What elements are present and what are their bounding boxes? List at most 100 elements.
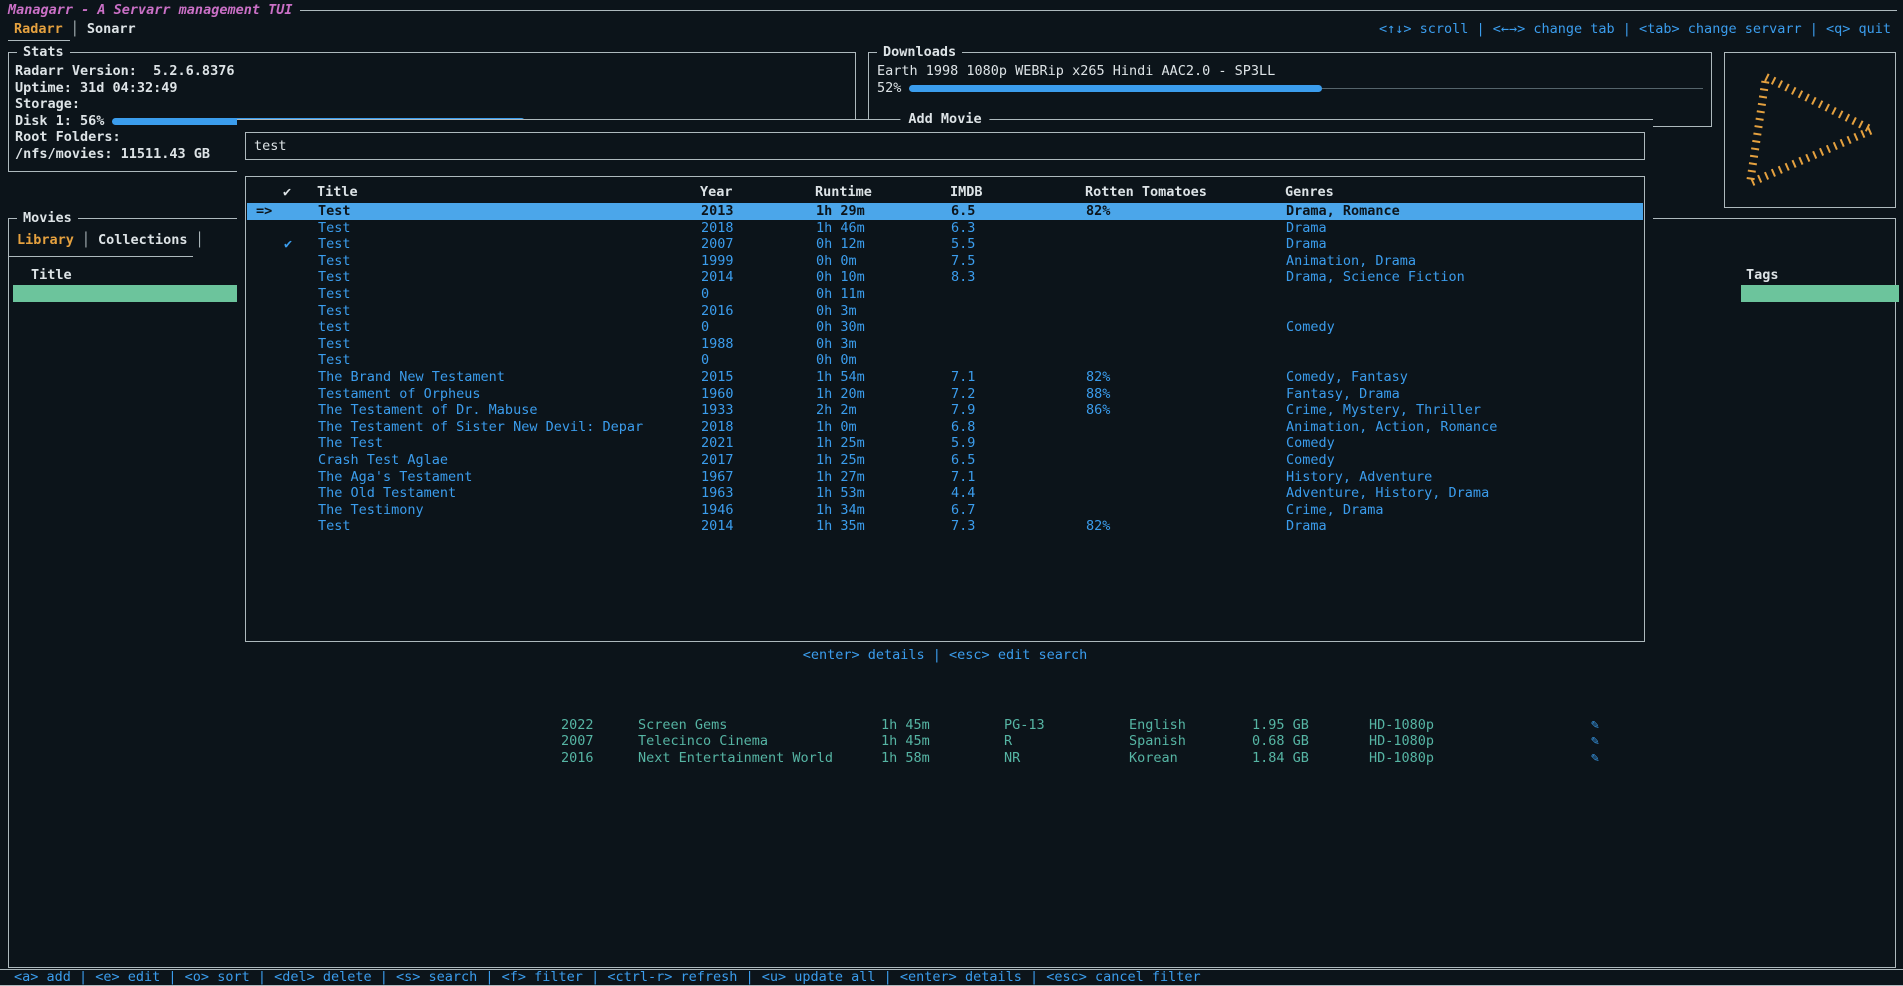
result-rotten-tomatoes: 86% bbox=[1086, 402, 1110, 419]
movie-list-item[interactable]: => The Conjuring 2 bbox=[13, 318, 241, 335]
movie-list-item[interactable]: => Sinister bbox=[13, 517, 241, 534]
result-year: 2013 bbox=[701, 203, 734, 220]
movie-language: English bbox=[1129, 717, 1186, 734]
search-result-row[interactable]: => test 0 0h 30m Comedy bbox=[247, 319, 1643, 336]
column-header-imdb: IMDB bbox=[950, 184, 983, 201]
column-header-rotten-tomatoes: Rotten Tomatoes bbox=[1085, 184, 1207, 201]
search-result-row[interactable]: => The Aga's Testament 1967 1h 27m 7.1 H… bbox=[247, 469, 1643, 486]
column-header-genres: Genres bbox=[1285, 184, 1334, 201]
result-runtime: 1h 25m bbox=[816, 452, 865, 469]
search-result-row[interactable]: => Test 0 0h 0m bbox=[247, 352, 1643, 369]
result-title: The Testimony bbox=[318, 502, 424, 519]
result-genres: Crime, Drama bbox=[1286, 502, 1384, 519]
result-year: 1999 bbox=[701, 253, 734, 270]
tag-icon[interactable]: ✎ bbox=[1591, 750, 1599, 767]
library-table-row: 2016 Next Entertainment World 1h 58m NR … bbox=[9, 750, 1895, 767]
result-runtime: 0h 30m bbox=[816, 319, 865, 336]
search-result-row[interactable]: => Test 0 0h 11m bbox=[247, 286, 1643, 303]
movie-list-item[interactable]: => Gone with the Wind bbox=[13, 451, 241, 468]
result-year: 2014 bbox=[701, 269, 734, 286]
result-runtime: 1h 20m bbox=[816, 386, 865, 403]
movie-search-input[interactable]: test bbox=[245, 132, 1645, 160]
search-result-row[interactable]: => Test 2013 1h 29m 6.5 82% Drama, Roman… bbox=[247, 203, 1643, 220]
movie-list-item[interactable]: => Us bbox=[13, 551, 241, 568]
movie-list-item[interactable]: => A Quiet Place bbox=[13, 468, 241, 485]
column-header-title: Title bbox=[317, 184, 358, 201]
search-result-row[interactable]: => Test 2014 1h 35m 7.3 82% Drama bbox=[247, 518, 1643, 535]
movie-list-item[interactable]: => Misery bbox=[13, 650, 241, 667]
search-result-row[interactable]: => Test 2018 1h 46m 6.3 Drama bbox=[247, 220, 1643, 237]
movie-list-item[interactable]: => A Quiet Place Part II bbox=[13, 484, 241, 501]
tab-collections[interactable]: Collections bbox=[98, 232, 187, 249]
search-result-row[interactable]: => Test 2014 0h 10m 8.3 Drama, Science F… bbox=[247, 269, 1643, 286]
result-title: Test bbox=[318, 336, 351, 353]
movie-list-item[interactable]: => Life bbox=[13, 418, 241, 435]
search-result-row[interactable]: => Test 1988 0h 3m bbox=[247, 336, 1643, 353]
result-title: Test bbox=[318, 269, 351, 286]
result-runtime: 1h 25m bbox=[816, 435, 865, 452]
result-genres: Comedy bbox=[1286, 435, 1335, 452]
result-rotten-tomatoes: 82% bbox=[1086, 369, 1110, 386]
disk-usage-label: Disk 1: 56% bbox=[15, 113, 104, 130]
result-year: 1946 bbox=[701, 502, 734, 519]
result-genres: Drama, Romance bbox=[1286, 203, 1400, 220]
tag-icon[interactable]: ✎ bbox=[1591, 717, 1599, 734]
movie-list-item[interactable]: => Ma bbox=[13, 584, 241, 601]
search-result-row[interactable]: => Crash Test Aglae 2017 1h 25m 6.5 Come… bbox=[247, 452, 1643, 469]
movie-list-item[interactable]: => The Conjuring bbox=[13, 302, 241, 319]
movie-studio: Screen Gems bbox=[638, 717, 727, 734]
movie-quality: HD-1080p bbox=[1369, 717, 1434, 734]
servarr-tab-bar: Radarr │ Sonarr <↑↓> scroll | <←→> chang… bbox=[14, 20, 1891, 38]
movie-list-item[interactable]: => Nope bbox=[13, 434, 241, 451]
logo-panel bbox=[1724, 52, 1896, 208]
movie-list-item[interactable]: => The Girl with All the bbox=[13, 700, 241, 717]
movie-list-item[interactable]: => Sinister 2 bbox=[13, 534, 241, 551]
search-result-row[interactable]: => The Testament of Dr. Mabuse 1933 2h 2… bbox=[247, 402, 1643, 419]
result-runtime: 1h 53m bbox=[816, 485, 865, 502]
result-genres: Drama, Science Fiction bbox=[1286, 269, 1465, 286]
search-result-row[interactable]: => ✔ Test 2007 0h 12m 5.5 Drama bbox=[247, 236, 1643, 253]
result-genres: Comedy bbox=[1286, 452, 1335, 469]
movie-size: 1.84 GB bbox=[1252, 750, 1309, 767]
app-title: Managarr - A Servarr management TUI bbox=[8, 2, 292, 19]
search-result-row[interactable]: => The Test 2021 1h 25m 5.9 Comedy bbox=[247, 435, 1643, 452]
result-rotten-tomatoes: 88% bbox=[1086, 386, 1110, 403]
result-genres: Crime, Mystery, Thriller bbox=[1286, 402, 1481, 419]
movie-list-item[interactable]: => mother! bbox=[13, 600, 241, 617]
column-header-runtime: Runtime bbox=[815, 184, 872, 201]
movie-list-item[interactable]: => Firestarter bbox=[13, 633, 241, 650]
result-year: 1963 bbox=[701, 485, 734, 502]
tab-separator: │ bbox=[82, 232, 90, 249]
tab-sonarr[interactable]: Sonarr bbox=[87, 21, 136, 38]
movie-list-item[interactable]: => The Witch bbox=[13, 501, 241, 518]
movie-list-item[interactable]: => Slender Man bbox=[13, 567, 241, 584]
movie-list-item[interactable]: => Incantation bbox=[13, 617, 241, 634]
movie-list-item[interactable]: => Alien bbox=[13, 401, 241, 418]
search-result-row[interactable]: => Test 2016 0h 3m bbox=[247, 303, 1643, 320]
result-runtime: 1h 46m bbox=[816, 220, 865, 237]
search-result-row[interactable]: => Testament of Orpheus 1960 1h 20m 7.2 … bbox=[247, 386, 1643, 403]
monitored-check-icon: ✔ bbox=[284, 236, 292, 253]
result-year: 2017 bbox=[701, 452, 734, 469]
tab-library[interactable]: Library bbox=[17, 232, 74, 249]
tab-radarr[interactable]: Radarr bbox=[14, 21, 63, 38]
titlebar-rule bbox=[300, 10, 1897, 11]
movie-search-value: test bbox=[254, 137, 287, 155]
movie-list-item[interactable]: => The Martian bbox=[13, 368, 241, 385]
movie-list-item[interactable]: => 1408 bbox=[13, 683, 241, 700]
result-runtime: 0h 3m bbox=[816, 336, 857, 353]
result-runtime: 2h 2m bbox=[816, 402, 857, 419]
search-result-row[interactable]: => The Old Testament 1963 1h 53m 4.4 Adv… bbox=[247, 485, 1643, 502]
column-header-monitored: ✔ bbox=[283, 184, 291, 201]
search-result-row[interactable]: => The Testimony 1946 1h 34m 6.7 Crime, … bbox=[247, 502, 1643, 519]
movie-list-item[interactable]: => Dune bbox=[13, 285, 241, 302]
movie-list-item[interactable]: => The Thing bbox=[13, 385, 241, 402]
search-result-row[interactable]: => The Brand New Testament 2015 1h 54m 7… bbox=[247, 369, 1643, 386]
search-result-row[interactable]: => The Testament of Sister New Devil: De… bbox=[247, 419, 1643, 436]
movie-list-item[interactable]: => Lights Out bbox=[13, 667, 241, 684]
movie-list-item[interactable]: => The Conjuring: The De bbox=[13, 335, 241, 352]
tag-icon[interactable]: ✎ bbox=[1591, 733, 1599, 750]
movie-list-item[interactable]: => Inception bbox=[13, 351, 241, 368]
search-result-row[interactable]: => Test 1999 0h 0m 7.5 Animation, Drama bbox=[247, 253, 1643, 270]
result-title: Test bbox=[318, 220, 351, 237]
